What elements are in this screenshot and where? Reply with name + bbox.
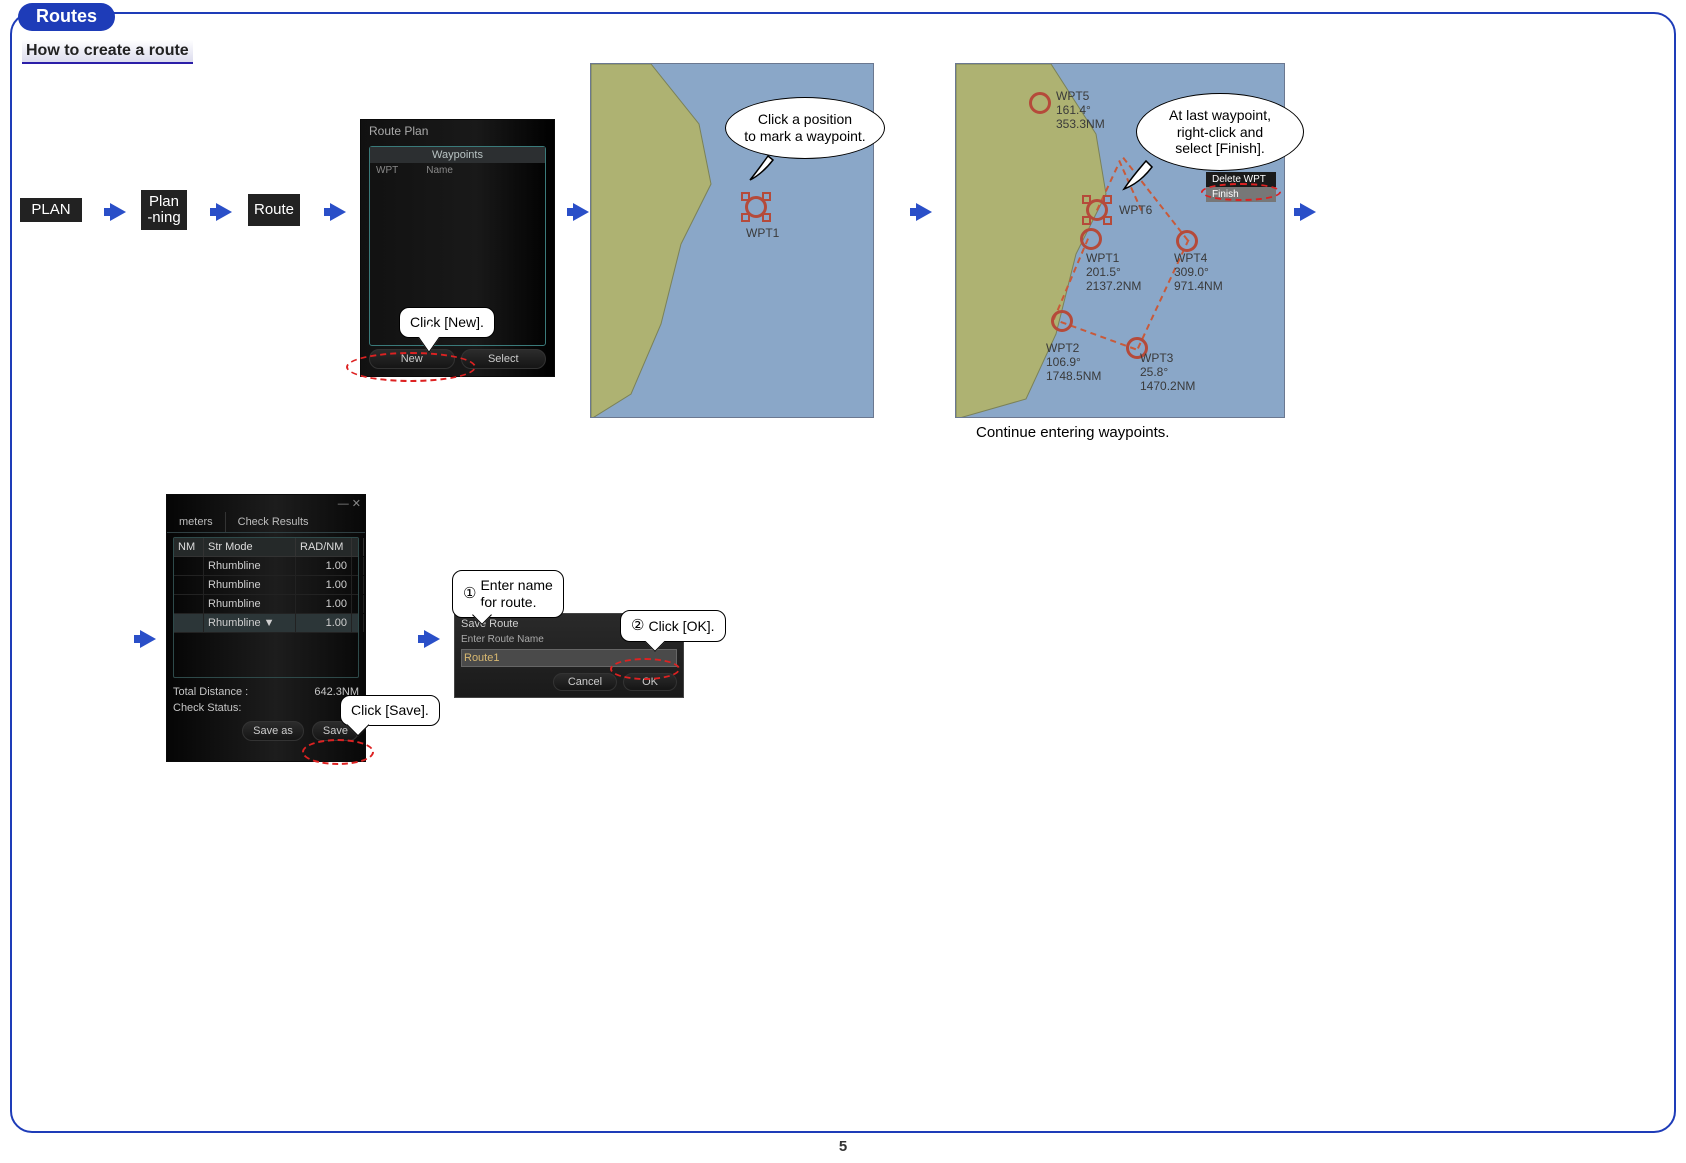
- arrow-icon: [216, 203, 232, 221]
- route-plan-title: Route Plan: [361, 120, 554, 142]
- waypoint-label-wpt1: WPT1 201.5° 2137.2NM: [1086, 252, 1141, 293]
- highlight-oval-ok: [610, 658, 680, 680]
- callout-tail: [1118, 155, 1158, 195]
- highlight-oval-finish: [1201, 183, 1281, 201]
- subheader: How to create a route: [22, 40, 193, 64]
- marker-2-icon: ②: [631, 617, 644, 635]
- callout-finish: At last waypoint, right-click and select…: [1136, 93, 1304, 171]
- waypoint-ring-wpt5: [1029, 92, 1051, 114]
- column-wpt: WPT: [376, 165, 398, 176]
- route-plan-panel: Route Plan Waypoints WPT Name New Select: [360, 119, 555, 377]
- marker-1-icon: ①: [463, 585, 476, 603]
- waypoints-tab[interactable]: Waypoints: [370, 147, 545, 163]
- save-as-button[interactable]: Save as: [242, 721, 304, 741]
- page-title-tab: Routes: [18, 3, 115, 31]
- map2-caption: Continue entering waypoints.: [976, 424, 1169, 441]
- route-button[interactable]: Route: [248, 194, 300, 226]
- waypoint-label-wpt4: WPT4 309.0° 971.4NM: [1174, 252, 1223, 293]
- col-nm: NM: [174, 538, 204, 556]
- col-strmode: Str Mode: [204, 538, 296, 556]
- arrow-icon: [424, 630, 440, 648]
- cell-rad: 1.00: [296, 576, 352, 594]
- callout-ok: ② Click [OK].: [620, 610, 726, 642]
- waypoint-ring-wpt2: [1051, 310, 1073, 332]
- cell-rad: 1.00: [296, 595, 352, 613]
- waypoint-label: WPT1: [746, 227, 779, 241]
- cell-mode: Rhumbline: [204, 576, 296, 594]
- waypoint-label-wpt6: WPT6: [1119, 204, 1152, 218]
- cell-rad: 1.00: [296, 557, 352, 575]
- total-distance-label: Total Distance :: [173, 686, 248, 698]
- planning-button[interactable]: Plan -ning: [141, 190, 187, 230]
- waypoint-cursor: [741, 192, 771, 222]
- tab-check-results[interactable]: Check Results: [225, 512, 321, 532]
- arrow-icon: [1300, 203, 1316, 221]
- tab-meters[interactable]: meters: [167, 512, 225, 532]
- page-number: 5: [839, 1138, 847, 1155]
- arrow-icon: [110, 203, 126, 221]
- waypoint-ring-wpt1: [1080, 228, 1102, 250]
- arrow-icon: [140, 630, 156, 648]
- cancel-button[interactable]: Cancel: [553, 673, 617, 691]
- check-results-panel: — ✕ meters Check Results NM Str Mode RAD…: [166, 494, 366, 762]
- waypoint-label-wpt3: WPT3 25.8° 1470.2NM: [1140, 352, 1195, 393]
- highlight-oval-save: [302, 739, 374, 765]
- col-radnm: RAD/NM: [296, 538, 352, 556]
- cell-mode: Rhumbline: [204, 595, 296, 613]
- callout-tail: [740, 150, 780, 190]
- column-name: Name: [426, 165, 453, 176]
- waypoint-cursor-wpt6: [1082, 195, 1112, 225]
- waypoint-label-wpt2: WPT2 106.9° 1748.5NM: [1046, 342, 1101, 383]
- callout-new: Click [New].: [399, 307, 495, 338]
- plan-button[interactable]: PLAN: [20, 198, 82, 222]
- cell-mode: Rhumbline: [204, 557, 296, 575]
- callout-name: ① Enter name for route.: [452, 570, 564, 618]
- waypoint-label-wpt5: WPT5 161.4° 353.3NM: [1056, 90, 1105, 131]
- cell-rad: 1.00: [296, 614, 352, 632]
- highlight-oval-new: [346, 352, 476, 382]
- arrow-icon: [330, 203, 346, 221]
- waypoint-ring-wpt4: [1176, 230, 1198, 252]
- arrow-icon: [916, 203, 932, 221]
- arrow-icon: [573, 203, 589, 221]
- check-status-label: Check Status:: [173, 702, 241, 714]
- cell-mode-select[interactable]: Rhumbline ▼: [204, 614, 296, 632]
